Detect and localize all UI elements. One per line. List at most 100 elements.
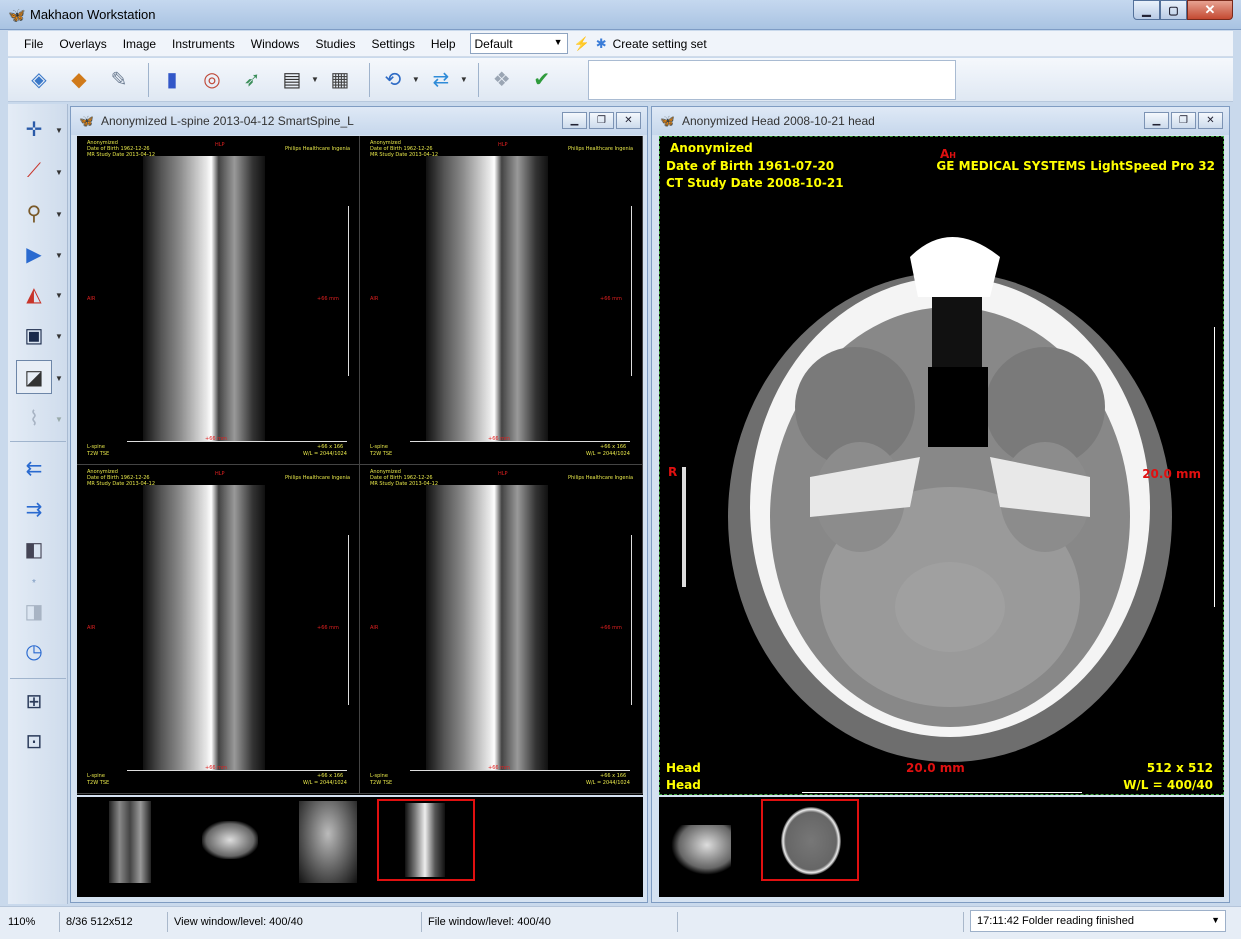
mr-tile[interactable]: Anonymized Date of Birth 1962-12-26 MR Stu… — [77, 465, 360, 794]
print-icon[interactable]: ▤ — [275, 63, 309, 97]
chevron-down-icon[interactable]: ▼ — [311, 75, 319, 84]
edit-check-icon[interactable]: ✎ — [102, 63, 136, 97]
menu-windows[interactable]: Windows — [243, 37, 308, 51]
patient-clock-icon[interactable]: ◷ — [16, 634, 52, 668]
burn-cd-icon[interactable]: ◎ — [195, 63, 229, 97]
chevron-down-icon[interactable]: ▼ — [55, 291, 63, 300]
layout-single-icon[interactable]: ⊡ — [16, 724, 52, 758]
ct-thumbnail-strip — [659, 797, 1224, 897]
next-series-icon[interactable]: ◨ — [16, 594, 52, 628]
chevron-down-icon[interactable]: ▼ — [412, 75, 420, 84]
magnifier-icon[interactable]: ⚲ — [16, 196, 52, 230]
mr-spine-window[interactable]: 🦋 Anonymized L-spine 2013-04-12 SmartSpi… — [70, 106, 648, 903]
mdi-restore-button[interactable]: ❐ — [1171, 112, 1196, 129]
mdi-minimize-button[interactable]: ▁ — [1144, 112, 1169, 129]
compare-icon[interactable]: ❖ — [485, 63, 519, 97]
mr-overlay-bottom-right-2: W/L = 2044/1024 — [586, 451, 630, 457]
mr-overlay-line3: MR Study Date 2013-04-12 — [87, 481, 156, 487]
prev-series-icon[interactable]: ◧ — [16, 532, 52, 566]
flip-icon[interactable]: ⇄ — [424, 63, 458, 97]
mr-overlay-bottom-right-1: +66 x 166 — [600, 444, 627, 450]
thumbnail-coronal[interactable] — [299, 801, 357, 883]
gear-icon[interactable]: ✱ — [596, 36, 607, 52]
mdi-close-button[interactable]: ✕ — [616, 112, 641, 129]
minimize-button[interactable]: ▁ — [1133, 0, 1160, 20]
mr-horizontal-scale — [410, 765, 630, 771]
thumbnail-sagittal-1[interactable] — [109, 801, 151, 883]
ct-device: GE MEDICAL SYSTEMS LightSpeed Pro 32 — [936, 159, 1215, 173]
chevron-down-icon[interactable]: ▼ — [55, 168, 63, 177]
thumbnail-axial-selected[interactable] — [761, 799, 859, 881]
status-zoom: 110% — [4, 912, 60, 932]
ct-viewport[interactable]: Anonymized Date of Birth 1961-07-20 CT S… — [659, 136, 1224, 795]
mr-overlay-orientation-top: HLP — [215, 142, 225, 148]
chevron-down-icon[interactable]: ▼ — [460, 75, 468, 84]
thumbnail-sagittal-selected[interactable] — [377, 799, 475, 881]
chevron-down-icon[interactable]: ▼ — [55, 374, 63, 383]
menu-studies[interactable]: Studies — [307, 37, 363, 51]
approve-icon[interactable]: ✔ — [525, 63, 559, 97]
create-setting-set-link[interactable]: Create setting set — [613, 37, 707, 51]
thumbnail-scout[interactable] — [671, 825, 731, 875]
mr-vertical-scale — [624, 535, 632, 705]
mdi-minimize-button[interactable]: ▁ — [562, 112, 587, 129]
next-patient-icon[interactable]: ⇉ — [16, 492, 52, 526]
mr-horizontal-scale — [410, 436, 630, 442]
spine-label-icon[interactable]: ⌇ — [16, 401, 52, 435]
mr-viewport[interactable]: Anonymized Date of Birth 1962-12-26 MR Stu… — [77, 136, 643, 795]
menu-settings[interactable]: Settings — [363, 37, 422, 51]
mr-tile[interactable]: Anonymized Date of Birth 1962-12-26 MR Stu… — [77, 136, 360, 465]
angle-icon[interactable]: ◭ — [16, 277, 52, 311]
send-icon[interactable]: ➶ — [235, 63, 269, 97]
mr-overlay-bottom-left-2: T2W TSE — [87, 451, 110, 457]
mr-overlay-bottom-right-1: +66 x 166 — [317, 773, 344, 779]
ct-orientation-top: AH — [940, 147, 956, 161]
prev-patient-icon[interactable]: ⇇ — [16, 451, 52, 485]
chevron-down-icon[interactable]: ▼ — [55, 126, 63, 135]
menu-file[interactable]: File — [8, 37, 51, 51]
mr-overlay-bottom-left-1: L-spine — [370, 773, 388, 779]
layout-quad-icon[interactable]: ⊞ — [16, 684, 52, 718]
menu-help[interactable]: Help — [423, 37, 464, 51]
mdi-close-button[interactable]: ✕ — [1198, 112, 1223, 129]
mr-overlay-bottom-right-2: W/L = 2044/1024 — [303, 780, 347, 786]
ruler-icon[interactable]: ⟋ — [16, 154, 52, 188]
mr-overlay-line3: MR Study Date 2013-04-12 — [370, 152, 439, 158]
lightning-icon[interactable]: ⚡ — [574, 36, 590, 52]
status-frame: 8/36 512x512 — [62, 912, 168, 932]
mr-overlay-top-right: Philips Healthcare Ingenia — [568, 475, 634, 481]
ct-study-date: CT Study Date 2008-10-21 — [666, 176, 844, 190]
chevron-down-icon[interactable]: ▼ — [55, 332, 63, 341]
monitor-icon[interactable]: ▣ — [16, 318, 52, 352]
film-icon[interactable]: ▦ — [323, 63, 357, 97]
menu-overlays[interactable]: Overlays — [51, 37, 114, 51]
play-icon[interactable]: ▶ — [16, 237, 52, 271]
thumbnail-axial[interactable] — [202, 821, 258, 859]
mr-tile[interactable]: Anonymized Date of Birth 1962-12-26 MR Stu… — [360, 136, 643, 465]
mr-vertical-scale — [341, 206, 349, 376]
hu-measure-icon[interactable]: ✛ — [16, 112, 52, 146]
mr-vertical-scale — [341, 535, 349, 705]
chevron-down-icon[interactable]: ▼ — [55, 210, 63, 219]
butterfly-app-icon: 🦋 — [8, 7, 26, 23]
open-folder-icon[interactable]: ◆ — [62, 63, 96, 97]
export-icon[interactable]: ▮ — [155, 63, 189, 97]
close-button[interactable]: ✕ — [1187, 0, 1233, 20]
setting-set-select[interactable]: Default ▼ — [469, 33, 568, 54]
sagittal-spine-image — [426, 485, 548, 770]
mdi-restore-button[interactable]: ❐ — [589, 112, 614, 129]
menu-image[interactable]: Image — [115, 37, 164, 51]
menu-instruments[interactable]: Instruments — [164, 37, 243, 51]
mr-overlay-orientation-left: AIR — [370, 296, 379, 302]
butterfly-icon: 🦋 — [79, 114, 94, 128]
ct-head-window[interactable]: 🦋 Anonymized Head 2008-10-21 head ▁ ❐ ✕ … — [651, 106, 1230, 903]
mr-overlay-bottom-left-2: T2W TSE — [370, 451, 393, 457]
chevron-down-icon[interactable]: ▼ — [55, 251, 63, 260]
open-study-icon[interactable]: ◈ — [22, 63, 56, 97]
rotate-icon[interactable]: ⟲ — [376, 63, 410, 97]
status-log-select[interactable]: 17:11:42 Folder reading finished ▼ — [970, 910, 1226, 932]
maximize-button[interactable]: ▢ — [1160, 0, 1187, 20]
mr-tile[interactable]: Anonymized Date of Birth 1962-12-26 MR Stu… — [360, 465, 643, 794]
window-level-icon[interactable]: ◪ — [16, 360, 52, 394]
chevron-down-icon[interactable]: ▼ — [55, 415, 63, 424]
